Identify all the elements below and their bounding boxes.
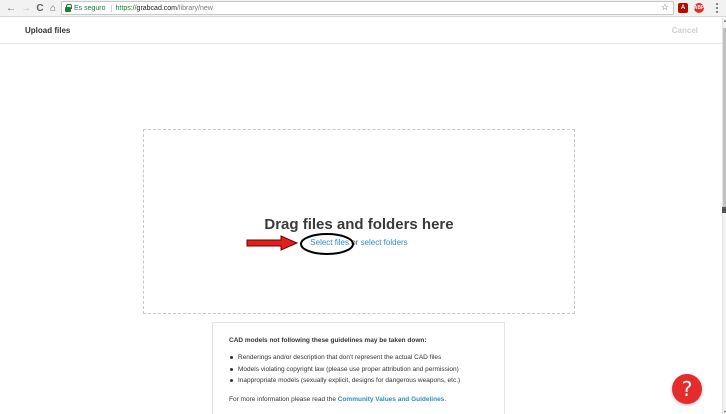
url-scheme: https:// (115, 4, 137, 12)
address-bar[interactable]: Es seguro https:// grabcad.com /library/… (61, 1, 674, 15)
more-info-suffix: . (444, 395, 447, 403)
or-connector: or (348, 238, 361, 247)
home-icon[interactable]: ⌂ (47, 2, 59, 14)
app-header: Upload files Cancel (0, 18, 722, 44)
lock-icon (65, 3, 72, 12)
browser-toolbar: ← → C ⌂ Es seguro https:// grabcad.com /… (0, 0, 726, 17)
guidelines-more-info: For more information please read the Com… (229, 396, 489, 403)
select-folders-link[interactable]: select folders (361, 238, 408, 247)
menu-dots-icon[interactable] (713, 2, 721, 14)
cancel-button[interactable]: Cancel (672, 26, 698, 35)
dropzone-title: Drag files and folders here (264, 216, 454, 233)
page-title: Upload files (25, 26, 71, 35)
file-dropzone[interactable]: Drag files and folders here Select files… (143, 129, 575, 314)
secure-label: Es seguro (74, 4, 112, 12)
guidelines-heading: CAD models not following these guideline… (229, 337, 427, 344)
url-path: /library/new (177, 4, 213, 12)
star-icon[interactable]: ☆ (661, 2, 669, 13)
adblock-extension-icon[interactable]: ABP (694, 3, 704, 13)
more-info-prefix: For more information please read the (229, 395, 338, 403)
dropzone-links: Select files or select folders (144, 238, 574, 247)
guideline-item: Renderings and/or description that don't… (229, 352, 489, 364)
guidelines-list: Renderings and/or description that don't… (229, 352, 489, 387)
back-arrow-icon[interactable]: ← (5, 2, 17, 14)
select-files-link[interactable]: Select files (310, 238, 349, 247)
guideline-item: Models violating copyright law (please u… (229, 364, 489, 376)
guideline-item: Inappropriate models (sexually explicit,… (229, 375, 489, 387)
community-guidelines-link[interactable]: Community Values and Guidelines (338, 396, 445, 403)
guidelines-panel: CAD models not following these guideline… (212, 322, 505, 414)
forward-arrow-icon[interactable]: → (20, 2, 32, 14)
pdf-extension-icon[interactable]: A (678, 3, 688, 13)
url-host: grabcad.com (136, 4, 178, 12)
help-icon[interactable]: ? (672, 374, 702, 404)
page-scrollbar[interactable]: ▲ ▼ (722, 18, 726, 414)
reload-icon[interactable]: C (34, 2, 46, 14)
resize-handle[interactable] (722, 207, 726, 213)
